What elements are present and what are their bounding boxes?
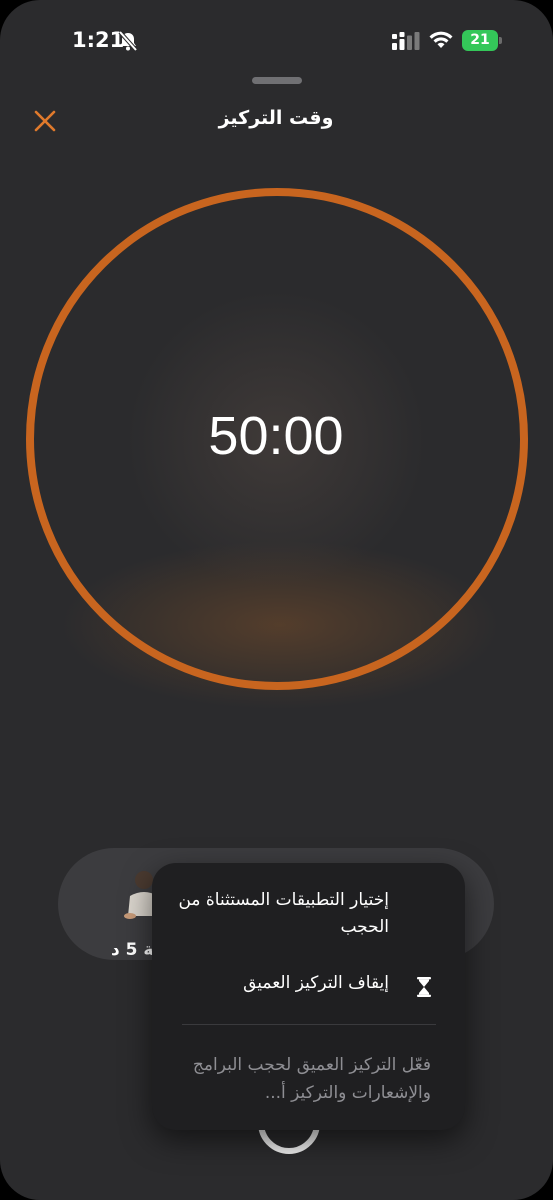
bell-slash-icon (118, 30, 138, 52)
menu-item-excluded-apps[interactable]: إختيار التطبيقات المستثناة من الحجب (169, 887, 389, 941)
focus-sheet: 1:21 21 وقت التركيز 50:00 5 د إختيار الت… (0, 0, 553, 1200)
battery-level: 21 (462, 30, 498, 51)
battery-icon: 21 (462, 30, 502, 51)
page-title: وقت التركيز (218, 107, 334, 129)
hourglass-icon (417, 977, 431, 997)
context-menu: إختيار التطبيقات المستثناة من الحجب إيقا… (152, 863, 465, 1130)
menu-description: فعّل التركيز العميق لحجب البرامج والإشعا… (192, 1055, 431, 1103)
signal-icon (392, 32, 420, 50)
menu-divider (182, 1024, 436, 1025)
menu-item-stop-label: إيقاف التركيز العميق (243, 973, 389, 993)
menu-item-stop-deep-focus[interactable]: إيقاف التركيز العميق (171, 971, 441, 1001)
timer-display: 50:00 (208, 406, 344, 466)
close-icon[interactable] (31, 107, 59, 135)
wifi-icon (429, 31, 453, 48)
battery-cap (499, 37, 502, 44)
status-bar: 1:21 21 (0, 0, 553, 80)
sheet-grabber[interactable] (252, 77, 302, 84)
